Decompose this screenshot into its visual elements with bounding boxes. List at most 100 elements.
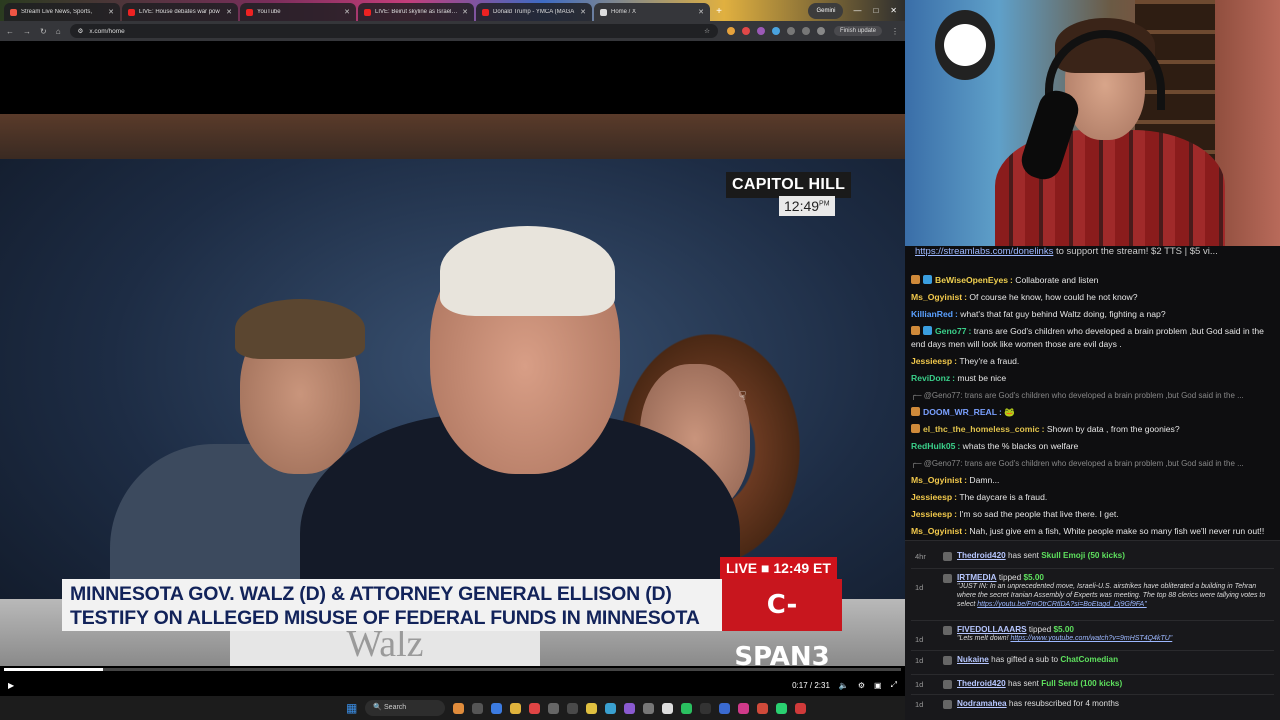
taskbar-app-icon[interactable] (738, 702, 750, 714)
back-icon[interactable]: ← (6, 27, 14, 36)
chat-username[interactable]: BeWiseOpenEyes (935, 275, 1008, 285)
minimize-icon[interactable]: — (853, 1, 861, 21)
chat-username[interactable]: ReviDonz (911, 373, 950, 383)
reload-icon[interactable]: ↻ (40, 27, 47, 36)
browser-tab[interactable]: LIVE: House debates war pow ✕ (122, 3, 238, 21)
play-icon[interactable]: ▶ (8, 681, 14, 690)
taskbar-app-icon[interactable] (586, 702, 598, 714)
event-username[interactable]: Thedroid420 (957, 551, 1006, 560)
maximize-icon[interactable]: □ (873, 1, 878, 21)
event-username[interactable]: Nodramahea (957, 699, 1007, 708)
fullscreen-icon[interactable]: ⤢ (891, 680, 897, 690)
taskbar-app-icon[interactable] (605, 702, 617, 714)
browser-tab[interactable]: YouTube ✕ (240, 3, 356, 21)
chat-username[interactable]: Jessieesp (911, 509, 952, 519)
event-action: has gifted a sub to (988, 655, 1061, 664)
extension-icon[interactable] (771, 27, 780, 35)
chat-username[interactable]: Ms_Ogyinist (911, 292, 962, 302)
taskbar-search[interactable]: 🔍 Search (365, 700, 446, 716)
tab-close-icon[interactable]: ✕ (698, 8, 704, 16)
network-logo: C-SPAN3 (722, 579, 842, 672)
video-progress-bar[interactable] (4, 668, 901, 671)
event-username[interactable]: Nukaine (957, 655, 989, 664)
chat-text: Shown by data , from the goonies? (1046, 424, 1180, 434)
chat-badge-icon (923, 275, 932, 284)
extension-icon[interactable] (756, 27, 765, 35)
event-body: Thedroid420 has sent Full Send (100 kick… (957, 679, 1275, 688)
settings-gear-icon[interactable]: ⚙ (858, 681, 865, 690)
chat-username[interactable]: DOOM_WR_REAL (923, 407, 997, 417)
taskbar-app-icon[interactable] (681, 702, 693, 714)
chat-username[interactable]: RedHulk05 (911, 441, 955, 451)
home-icon[interactable]: ⌂ (56, 27, 61, 36)
taskbar-app-icon[interactable] (510, 702, 522, 714)
browser-tab[interactable]: LIVE: Beirut skyline as Israel bo ✕ (358, 3, 474, 21)
taskbar-app-icon[interactable] (757, 702, 769, 714)
forward-icon[interactable]: → (23, 27, 31, 36)
taskbar-app-icon[interactable] (719, 702, 731, 714)
tab-close-icon[interactable]: ✕ (344, 8, 350, 16)
taskbar-app-icon[interactable] (453, 702, 465, 714)
event-type-icon (943, 552, 952, 561)
taskbar-app-icon[interactable] (624, 702, 636, 714)
video-player[interactable]: Walz CAPITOL HILL 12:49PM LIVE ■ 12:49 E… (0, 41, 905, 696)
chat-username[interactable]: Ms_Ogyinist (911, 475, 962, 485)
chat-badge-icon (911, 326, 920, 335)
chat-username[interactable]: Jessieesp (911, 356, 952, 366)
chat-messages: BeWiseOpenEyes: Collaborate and listen Ms… (911, 274, 1275, 540)
taskbar-app-icon[interactable] (548, 702, 560, 714)
chat-text: Collaborate and listen (1015, 275, 1099, 285)
taskbar-app-icon[interactable] (529, 702, 541, 714)
event-message-link[interactable]: https://www.youtube.com/watch?v=9mHST4Q4… (1010, 635, 1172, 642)
chat-reply-preview: ╭─ @Geno77: trans are God's children who… (911, 391, 1244, 400)
taskbar-app-icon[interactable] (567, 702, 579, 714)
event-username[interactable]: Thedroid420 (957, 679, 1006, 688)
windows-start-icon[interactable]: ▦ (346, 701, 357, 715)
tab-close-icon[interactable]: ✕ (108, 8, 114, 16)
taskbar-app-icon[interactable] (472, 702, 484, 714)
extension-icon[interactable] (801, 27, 810, 35)
profile-avatar[interactable] (816, 27, 825, 35)
chat-badge-icon (923, 326, 932, 335)
close-icon[interactable]: ✕ (890, 1, 897, 21)
chat-username[interactable]: el_thc_the_homeless_comic (923, 424, 1040, 434)
lower-third-headline: MINNESOTA GOV. WALZ (D) & ATTORNEY GENER… (62, 579, 722, 631)
new-tab-button[interactable]: + (712, 3, 726, 21)
browser-tab[interactable]: Donald Trump - YMCA (MAGA ✕ (476, 3, 592, 21)
chat-text: Nah, just give em a fish, White people m… (969, 526, 1265, 536)
tab-close-icon[interactable]: ✕ (462, 8, 468, 16)
extension-icon[interactable] (741, 27, 750, 35)
taskbar-app-icon[interactable] (662, 702, 674, 714)
event-message-link[interactable]: https://youtu.be/FmOtrCRtlDA?si=BoEtagd_… (977, 601, 1146, 608)
url-input[interactable]: ⚙ x.com/home ☆ (69, 24, 718, 38)
tab-close-icon[interactable]: ✕ (226, 8, 232, 16)
pip-icon[interactable]: ▣ (874, 681, 882, 690)
taskbar-app-icon[interactable] (776, 702, 788, 714)
site-info-icon[interactable]: ⚙ (78, 27, 84, 35)
menu-icon[interactable]: ⋮ (891, 27, 899, 36)
event-action: has sent (1005, 551, 1042, 560)
chat-username[interactable]: Geno77 (935, 326, 967, 336)
tab-close-icon[interactable]: ✕ (580, 8, 586, 16)
volume-icon[interactable]: 🔈 (839, 681, 849, 690)
taskbar-app-icon[interactable] (491, 702, 503, 714)
event-username[interactable]: IRTMEDIA (957, 573, 997, 582)
browser-tab[interactable]: Home / X ✕ (594, 3, 710, 21)
taskbar-app-icon[interactable] (700, 702, 712, 714)
event-username[interactable]: FIVEDOLLAAARS (957, 625, 1027, 634)
chat-username[interactable]: Ms_Ogyinist (911, 526, 962, 536)
bookmark-star-icon[interactable]: ☆ (704, 27, 710, 35)
reply-text: @Geno77: trans are God's children who de… (923, 391, 1244, 400)
gemini-button[interactable]: Gemini (808, 3, 844, 19)
chat-username[interactable]: Jessieesp (911, 492, 952, 502)
chat-username[interactable]: KillianRed (911, 309, 953, 319)
event-type-icon (943, 626, 952, 635)
browser-tab[interactable]: Stream Live News, Sports, ✕ (4, 3, 120, 21)
extension-icon[interactable] (726, 27, 735, 35)
extension-icon[interactable] (786, 27, 795, 35)
finish-update-button[interactable]: Finish update (833, 26, 882, 36)
pinned-link[interactable]: https://streamlabs.com/donelinks (915, 246, 1053, 257)
event-body: Nodramahea has resubscribed for 4 months (957, 699, 1275, 708)
taskbar-app-icon[interactable] (795, 702, 807, 714)
taskbar-app-icon[interactable] (643, 702, 655, 714)
